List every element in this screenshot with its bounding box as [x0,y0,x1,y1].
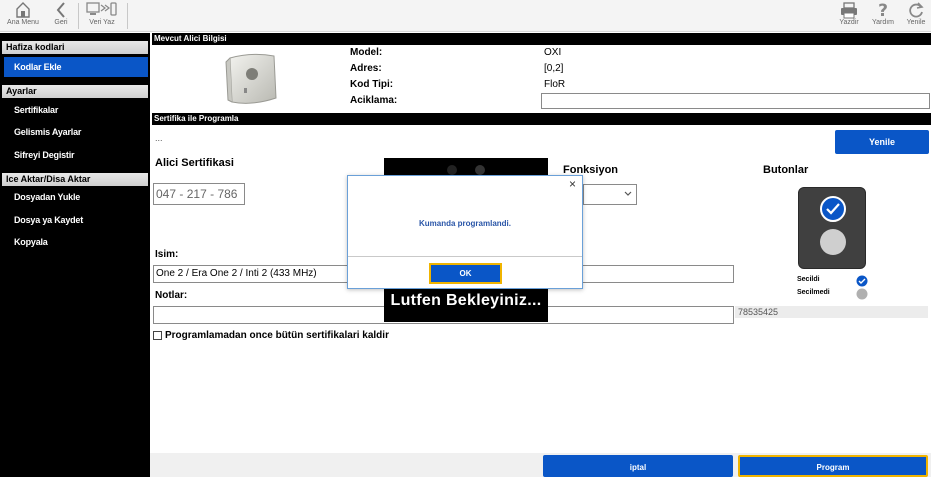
help-icon: ? [878,1,888,19]
not-selected-legend-label: Secilmedi [797,289,830,296]
sidebar-item-certificates[interactable]: Sertifikalar [4,100,148,120]
receiver-device-image [225,53,277,104]
cert-part-3: 786 [217,187,238,201]
function-select[interactable] [583,184,637,205]
spinner-dot [447,165,457,175]
cert-separator: - [179,187,184,201]
program-with-cert-header: Sertifika ile Programla [152,113,931,125]
receiver-cert-label: Alici Sertifikasi [155,157,234,169]
remote-button-2[interactable] [820,229,846,255]
back-arrow-icon [56,2,65,18]
sidebar-group-settings: Ayarlar [2,85,148,98]
selected-legend-icon [856,275,868,287]
remove-certs-label: Programlamadan once bütün sertifikalari … [165,330,389,341]
toolbar-divider [127,3,128,29]
program-button[interactable]: Program [738,455,928,477]
sidebar-group-memory-codes: Hafiza kodlari [2,41,148,54]
sidebar-item-advanced-settings[interactable]: Gelismis Ayarlar [4,122,148,142]
status-dots: ... [155,133,163,143]
print-label: Yazdir [839,19,859,26]
print-button[interactable]: Yazdir [836,1,862,26]
dialog-divider [348,256,582,257]
app-window: Ana Menu Geri Veri Yaz Yazdir ? Yardım Y… [0,0,931,477]
spinner-dot [475,165,485,175]
name-label: Isim: [155,249,179,260]
receiver-info-header: Mevcut Alici Bilgisi [152,33,931,45]
sidebar: Hafiza kodlari Kodlar Ekle Ayarlar Serti… [0,33,150,477]
home-icon [16,2,30,18]
home-label: Ana Menu [7,19,39,26]
write-data-label: Veri Yaz [89,19,115,26]
dialog-message: Kumanda programlandi. [418,219,511,228]
notes-label: Notlar: [155,290,188,301]
code-type-value: FloR [544,79,566,90]
printer-icon [841,2,857,19]
refresh-toolbar-button[interactable]: Yenile [902,1,930,26]
back-label: Geri [54,19,68,26]
sidebar-item-change-password[interactable]: Sifreyi Degistir [4,145,148,165]
toolbar: Ana Menu Geri Veri Yaz Yazdir ? Yardım Y… [0,0,931,32]
cancel-button[interactable]: iptal [543,455,733,477]
selected-legend-label: Secildi [797,276,820,283]
sidebar-item-load-from-file[interactable]: Dosyadan Yukle [4,187,148,207]
close-icon[interactable]: × [569,178,576,190]
chevron-down-icon [624,191,632,196]
svg-text:?: ? [878,1,888,19]
remove-certs-checkbox[interactable] [153,331,162,340]
remote-button-1[interactable] [820,196,846,222]
write-data-button[interactable]: Veri Yaz [83,1,121,26]
toolbar-divider [78,3,79,29]
please-wait-text: Lutfen Bekleyiniz... [390,292,542,309]
description-label: Aciklama: [350,95,398,106]
model-label: Model: [350,47,383,58]
sidebar-item-add-codes[interactable]: Kodlar Ekle [4,57,148,77]
remote-buttons-panel [798,187,866,269]
cert-code-field[interactable]: 047 - 217 - 786 [153,183,245,205]
address-value: [0,2] [544,63,564,74]
sidebar-item-copy[interactable]: Kopyala [4,232,148,252]
refresh-label: Yenile [906,19,926,26]
code-type-label: Kod Tipi: [350,79,394,90]
model-value: OXI [544,47,562,58]
description-field[interactable] [541,93,930,109]
back-button[interactable]: Geri [51,1,71,26]
checkmark-icon [826,203,840,215]
help-label: Yardım [871,19,895,26]
write-data-icon [86,2,117,16]
cert-separator: - [210,187,215,201]
ok-button[interactable]: OK [429,263,502,284]
help-button[interactable]: ? Yardım [869,1,897,26]
cert-part-2: 217 [186,187,207,201]
refresh-button[interactable]: Yenile [835,130,929,154]
buttons-label: Butonlar [763,164,809,176]
serial-number: 78535425 [738,307,779,317]
cert-part-1: 047 [156,187,177,201]
sidebar-group-import-export: Ice Aktar/Disa Aktar [2,173,148,186]
home-button[interactable]: Ana Menu [6,1,40,26]
address-label: Adres: [350,63,382,74]
confirmation-dialog: × Kumanda programlandi. OK [347,175,583,289]
refresh-icon [909,2,924,18]
not-selected-legend-icon [856,288,868,300]
sidebar-item-save-to-file[interactable]: Dosya ya Kaydet [4,210,148,230]
